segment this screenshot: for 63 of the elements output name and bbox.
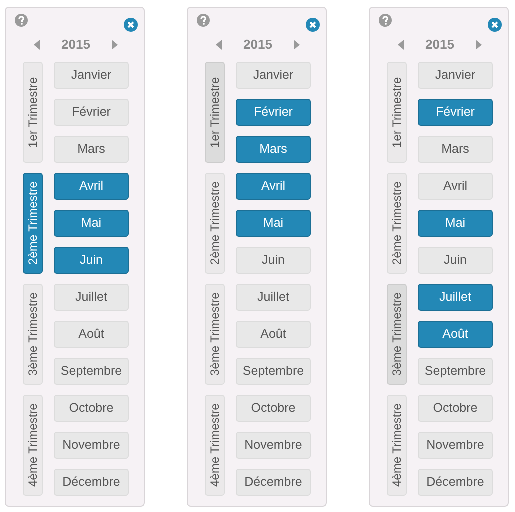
month-button[interactable]: Août: [54, 321, 129, 348]
month-button[interactable]: Mai: [236, 210, 311, 237]
quarter-tab[interactable]: 2ème Trimestre: [23, 173, 43, 274]
month-button[interactable]: Octobre: [236, 395, 311, 422]
month-button[interactable]: Juin: [418, 247, 493, 274]
month-button[interactable]: Septembre: [236, 358, 311, 385]
month-button[interactable]: Novembre: [236, 432, 311, 459]
quarter-tab[interactable]: 1er Trimestre: [387, 62, 407, 163]
quarter-tab[interactable]: 2ème Trimestre: [205, 173, 225, 274]
month-button[interactable]: Avril: [236, 173, 311, 200]
quarter-tab[interactable]: 1er Trimestre: [205, 62, 225, 163]
month-button[interactable]: Mai: [54, 210, 129, 237]
month-button[interactable]: Août: [236, 321, 311, 348]
quarter-tab[interactable]: 4ème Trimestre: [387, 395, 407, 496]
previous-arrow-icon[interactable]: [216, 40, 222, 50]
month-button[interactable]: Avril: [418, 173, 493, 200]
month-button[interactable]: Janvier: [418, 62, 493, 89]
quarter-tab[interactable]: 2ème Trimestre: [387, 173, 407, 274]
month-button[interactable]: Octobre: [418, 395, 493, 422]
month-button[interactable]: Novembre: [54, 432, 129, 459]
month-button[interactable]: Novembre: [418, 432, 493, 459]
month-button[interactable]: Février: [54, 99, 129, 126]
month-button[interactable]: Juin: [54, 247, 129, 274]
month-button[interactable]: Octobre: [54, 395, 129, 422]
quarter-tab[interactable]: 3ème Trimestre: [205, 284, 225, 385]
month-button[interactable]: Avril: [54, 173, 129, 200]
month-button[interactable]: Juin: [236, 247, 311, 274]
previous-arrow-icon[interactable]: [34, 40, 40, 50]
help-icon[interactable]: [379, 14, 392, 27]
month-button[interactable]: Juillet: [54, 284, 129, 311]
month-button[interactable]: Juillet: [418, 284, 493, 311]
month-button[interactable]: Décembre: [418, 469, 493, 496]
year-label: 2015: [244, 36, 272, 54]
quarter-tab[interactable]: 4ème Trimestre: [205, 395, 225, 496]
month-button[interactable]: Décembre: [236, 469, 311, 496]
next-arrow-icon[interactable]: [112, 40, 118, 50]
quarter-tab[interactable]: 3ème Trimestre: [23, 284, 43, 385]
quarter-tab[interactable]: 3ème Trimestre: [387, 284, 407, 385]
month-button[interactable]: Juillet: [236, 284, 311, 311]
month-button[interactable]: Février: [236, 99, 311, 126]
month-button[interactable]: Mai: [418, 210, 493, 237]
month-button[interactable]: Mars: [236, 136, 311, 163]
year-label: 2015: [426, 36, 454, 54]
quarter-tab[interactable]: 1er Trimestre: [23, 62, 43, 163]
quarter-tab[interactable]: 4ème Trimestre: [23, 395, 43, 496]
month-button[interactable]: Décembre: [54, 469, 129, 496]
help-icon[interactable]: [15, 14, 28, 27]
month-button[interactable]: Janvier: [236, 62, 311, 89]
month-button[interactable]: Septembre: [54, 358, 129, 385]
close-icon[interactable]: [488, 18, 502, 32]
next-arrow-icon[interactable]: [294, 40, 300, 50]
previous-arrow-icon[interactable]: [398, 40, 404, 50]
help-icon[interactable]: [197, 14, 210, 27]
month-button[interactable]: Septembre: [418, 358, 493, 385]
month-button[interactable]: Février: [418, 99, 493, 126]
month-button[interactable]: Janvier: [54, 62, 129, 89]
month-button[interactable]: Mars: [418, 136, 493, 163]
close-icon[interactable]: [124, 18, 138, 32]
close-icon[interactable]: [306, 18, 320, 32]
year-label: 2015: [62, 36, 90, 54]
month-button[interactable]: Mars: [54, 136, 129, 163]
month-button[interactable]: Août: [418, 321, 493, 348]
next-arrow-icon[interactable]: [476, 40, 482, 50]
